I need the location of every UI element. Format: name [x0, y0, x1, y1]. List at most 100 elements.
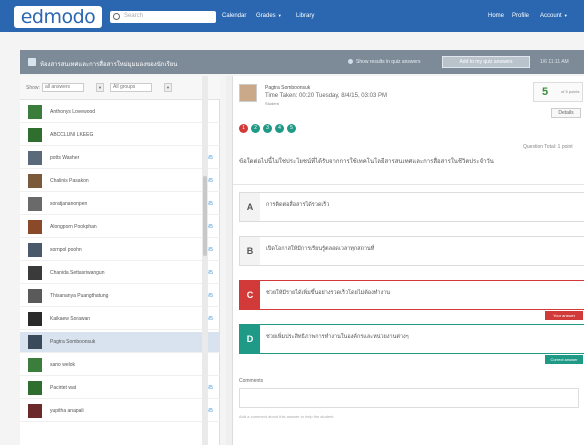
student-list-scrollbar[interactable] — [202, 76, 208, 445]
avatar — [28, 174, 42, 188]
question-number-button[interactable]: 4 — [275, 124, 284, 133]
member-name: ABCCLUNI LKEEG — [50, 132, 94, 138]
member-name: Anthonys Lovewood — [50, 109, 96, 115]
member-row[interactable]: Pacirtet wat 4/5 — [20, 378, 220, 399]
chevron-down-icon[interactable]: ▼ — [96, 83, 104, 92]
nav-account-label: Account — [540, 13, 562, 19]
question-number-button[interactable]: 2 — [251, 124, 260, 133]
avatar — [28, 128, 42, 142]
comment-input[interactable] — [239, 388, 579, 408]
option-text: การติดต่อสื่อสารได้รวดเร็ว — [266, 202, 330, 208]
top-navigation-bar: edmodo Search Calendar Grades ▼ Library H… — [0, 0, 584, 32]
answer-option-d[interactable]: D ช่วยเพิ่มประสิทธิภาพการทำงานในองค์กรและ… — [239, 324, 584, 354]
question-number-button[interactable]: 5 — [287, 124, 296, 133]
avatar — [28, 243, 42, 257]
group-header-bar: ห้องสารสนเทศและการสื่อสารใหม่มุมมองของนั… — [20, 50, 584, 74]
avatar — [28, 381, 42, 395]
member-row[interactable]: Thisananya Puangthatung 4/5 — [20, 286, 220, 307]
divider — [233, 184, 584, 185]
score-value: 5 — [542, 86, 549, 98]
search-placeholder: Search — [124, 13, 144, 19]
edmodo-logo[interactable]: edmodo — [14, 6, 102, 28]
question-total: Question Total: 1 point — [523, 144, 573, 150]
chevron-down-icon[interactable]: ▼ — [164, 83, 172, 92]
answer-option-a[interactable]: A การติดต่อสื่อสารได้รวดเร็ว — [239, 192, 584, 222]
student-role: Student — [265, 101, 279, 106]
score-label: of 5 points — [561, 89, 580, 94]
member-name: yupitha anapali — [50, 408, 84, 414]
member-name: Chanida Settasriwangun — [50, 270, 105, 276]
member-name: Thisananya Puangthatung — [50, 293, 109, 299]
comments-label: Comments — [239, 378, 264, 384]
avatar — [28, 197, 42, 211]
score-badge: 5 of 5 points — [533, 82, 583, 102]
member-row[interactable]: Chalinis Pasakon 4/5 — [20, 171, 220, 192]
nav-profile-link[interactable]: Profile — [512, 13, 529, 19]
time-taken: Time Taken: 00:20 Tuesday, 8/4/15, 03:03… — [265, 93, 387, 99]
question-text: ข้อใดต่อไปนี้ไม่ใช่ประโยชน์ที่ได้รับจากก… — [239, 159, 494, 165]
avatar — [28, 220, 42, 234]
question-number-button[interactable]: 3 — [263, 124, 272, 133]
member-row[interactable]: ABCCLUNI LKEEG — [20, 125, 220, 146]
option-letter: C — [240, 281, 260, 309]
details-button[interactable]: Details — [551, 108, 581, 118]
search-input[interactable]: Search — [110, 11, 216, 23]
option-text: ช่วยเพิ่มประสิทธิภาพการทำงานในองค์กรและห… — [266, 334, 409, 340]
filter-bar: Show: all answers ▼ All groups ▼ — [20, 76, 220, 100]
option-text: เปิดโอกาสให้มีการเรียนรู้ตลอดเวลาทุกสถาน… — [266, 246, 375, 252]
member-row[interactable]: yupitha anapali 4/5 — [20, 401, 220, 422]
correct-answer-badge: Correct answer — [545, 355, 583, 364]
answer-option-b[interactable]: B เปิดโอกาสให้มีการเรียนรู้ตลอดเวลาทุกสถา… — [239, 236, 584, 266]
member-row[interactable]: sornpol poohn 4/5 — [20, 240, 220, 261]
avatar — [28, 266, 42, 280]
group-title: ห้องสารสนเทศและการสื่อสารใหม่มุมมองของนั… — [40, 62, 178, 68]
member-row[interactable]: Alongporn Pookphan 4/5 — [20, 217, 220, 238]
comment-note: Add a comment about this answer to help … — [239, 414, 334, 419]
filter-label: Show: — [26, 85, 40, 91]
group-icon — [28, 58, 36, 66]
avatar — [28, 105, 42, 119]
member-row[interactable]: Kaikaew Sorawan 4/5 — [20, 309, 220, 330]
member-name: Alongporn Pookphan — [50, 224, 97, 230]
student-name[interactable]: Pagtra Somboonsuk — [265, 85, 310, 91]
nav-calendar-link[interactable]: Calendar — [222, 13, 246, 19]
option-letter: D — [240, 325, 260, 353]
nav-library-link[interactable]: Library — [296, 13, 314, 19]
nav-grades-link[interactable]: Grades ▼ — [256, 13, 282, 19]
filter-icon — [348, 59, 353, 64]
add-quiz-answers-button[interactable]: Add to my quiz answers — [442, 56, 530, 68]
nav-home-link[interactable]: Home — [488, 13, 504, 19]
search-icon — [113, 13, 120, 20]
answer-option-c[interactable]: C ช่วยให้มีรายได้เพิ่มขึ้นอย่างรวดเร็วโดย… — [239, 280, 584, 310]
option-letter: A — [240, 193, 260, 221]
avatar — [28, 335, 42, 349]
your-answer-badge: Your answer — [545, 311, 583, 320]
scrollbar-thumb[interactable] — [203, 176, 207, 256]
member-name: Chalinis Pasakon — [50, 178, 89, 184]
group-timestamp: 1/6 11:11 AM — [540, 59, 569, 65]
avatar — [28, 312, 42, 326]
show-results-link[interactable]: Show results in quiz answers — [348, 59, 420, 65]
show-results-label: Show results in quiz answers — [356, 59, 421, 65]
member-name: sornpol poohn — [50, 247, 82, 253]
nav-account-link[interactable]: Account ▼ — [540, 13, 568, 19]
groups-filter-select[interactable]: All groups — [110, 83, 152, 92]
answers-filter-select[interactable]: all answers — [42, 83, 84, 92]
avatar — [28, 289, 42, 303]
avatar — [28, 151, 42, 165]
member-name: sano welok — [50, 362, 76, 368]
chevron-down-icon: ▼ — [277, 13, 282, 18]
question-number-button[interactable]: 1 — [239, 124, 248, 133]
member-name: Pagtra Somboonsuk — [50, 339, 96, 345]
nav-grades-label: Grades — [256, 13, 276, 19]
member-name: Pacirtet wat — [50, 385, 77, 391]
member-row[interactable]: Chanida Settasriwangun 4/5 — [20, 263, 220, 284]
member-row[interactable]: soratjananonpen 4/5 — [20, 194, 220, 215]
member-row[interactable]: Pagtra Somboonsuk — [20, 332, 220, 353]
member-row[interactable]: sano welok — [20, 355, 220, 376]
member-row[interactable]: Anthonys Lovewood — [20, 102, 220, 123]
avatar — [239, 84, 257, 102]
member-row[interactable]: potts Washer 4/5 — [20, 148, 220, 169]
avatar — [28, 404, 42, 418]
student-list-panel: Show: all answers ▼ All groups ▼ Anthony… — [20, 76, 220, 445]
